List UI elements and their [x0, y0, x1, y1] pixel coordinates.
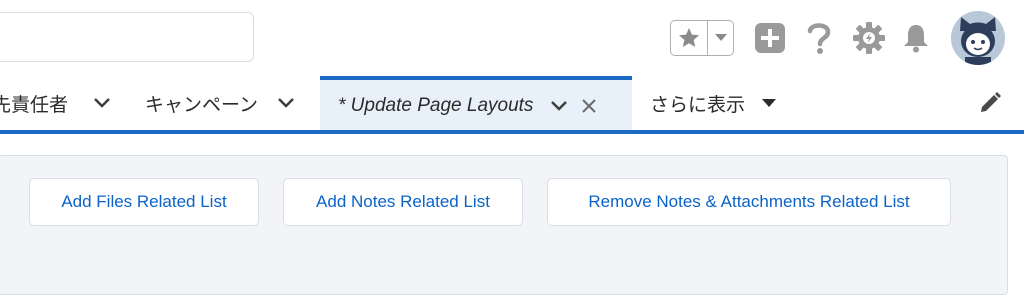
favorites-star-button[interactable]: [671, 21, 708, 55]
add-notes-related-list-button[interactable]: Add Notes Related List: [283, 178, 523, 226]
tab-label: さらに表示: [650, 94, 746, 116]
setup-gear-icon: [853, 22, 885, 54]
avatar[interactable]: [951, 11, 1005, 65]
edit-nav-button[interactable]: [975, 76, 1005, 130]
tab-campaigns[interactable]: キャンペーン: [145, 76, 315, 130]
user-avatar-icon: [951, 11, 1005, 65]
tab-label: * Update Page Layouts: [338, 94, 534, 116]
favorites-button-group: [670, 20, 734, 56]
caret-down-icon: [714, 34, 727, 41]
chevron-down-icon[interactable]: [92, 93, 112, 113]
pencil-icon: [981, 92, 1001, 112]
app-navigation-bar: 先責任者 キャンペーン * Update Page Layouts さらに表示: [0, 76, 1024, 131]
notifications-button[interactable]: [898, 20, 934, 56]
tab-label: 先責任者: [0, 94, 69, 116]
caret-down-icon: [759, 93, 779, 113]
star-icon: [679, 28, 699, 47]
add-files-related-list-button[interactable]: Add Files Related List: [29, 178, 259, 226]
chevron-down-icon[interactable]: [276, 93, 296, 113]
favorites-dropdown-button[interactable]: [708, 21, 733, 55]
tab-more[interactable]: さらに表示: [650, 76, 790, 130]
help-icon: [807, 23, 831, 54]
tab-update-page-layouts[interactable]: * Update Page Layouts: [320, 76, 632, 131]
chevron-down-icon[interactable]: [549, 96, 569, 116]
bell-icon: [904, 25, 928, 53]
global-search-input[interactable]: [0, 12, 254, 62]
plus-icon: [755, 23, 785, 53]
nav-accent-bar: [0, 130, 1024, 134]
tab-owner[interactable]: 先責任者: [0, 76, 125, 130]
close-tab-icon[interactable]: [579, 96, 599, 116]
global-actions-button[interactable]: [752, 20, 788, 56]
tab-label: キャンペーン: [145, 94, 259, 116]
remove-notes-attachments-related-list-button[interactable]: Remove Notes & Attachments Related List: [547, 178, 951, 226]
setup-button[interactable]: [851, 20, 887, 56]
help-button[interactable]: [801, 20, 837, 56]
